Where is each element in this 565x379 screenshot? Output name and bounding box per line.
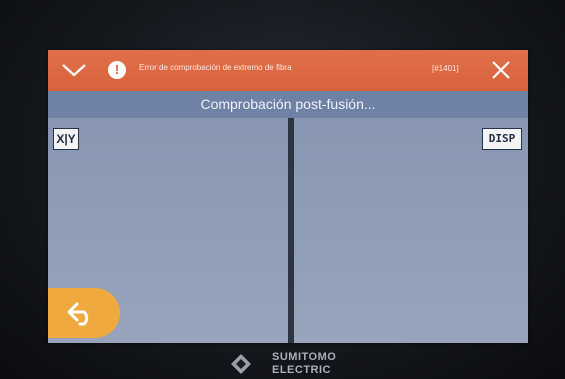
back-arrow-icon bbox=[67, 302, 89, 326]
close-icon[interactable] bbox=[490, 59, 512, 81]
exclamation-circle-icon: ! bbox=[108, 61, 126, 79]
disp-button[interactable]: DISP bbox=[482, 128, 522, 150]
error-code: [#1401] bbox=[432, 64, 459, 73]
error-bar: ! Error de comprobación de extremo de fi… bbox=[48, 50, 528, 91]
back-button[interactable] bbox=[48, 288, 120, 338]
camera-view-y bbox=[294, 118, 528, 343]
brand-line2: ELECTRIC bbox=[272, 364, 331, 376]
xy-view-button[interactable]: X|Y bbox=[53, 128, 79, 150]
sumitomo-logo-icon bbox=[231, 354, 251, 374]
chevron-down-icon[interactable] bbox=[60, 59, 88, 81]
error-message: Error de comprobación de extremo de fibr… bbox=[139, 63, 292, 72]
brand-line1: SUMITOMO bbox=[272, 351, 337, 363]
device-screen: ! Error de comprobación de extremo de fi… bbox=[48, 50, 528, 343]
status-title: Comprobación post-fusión... bbox=[48, 91, 528, 118]
